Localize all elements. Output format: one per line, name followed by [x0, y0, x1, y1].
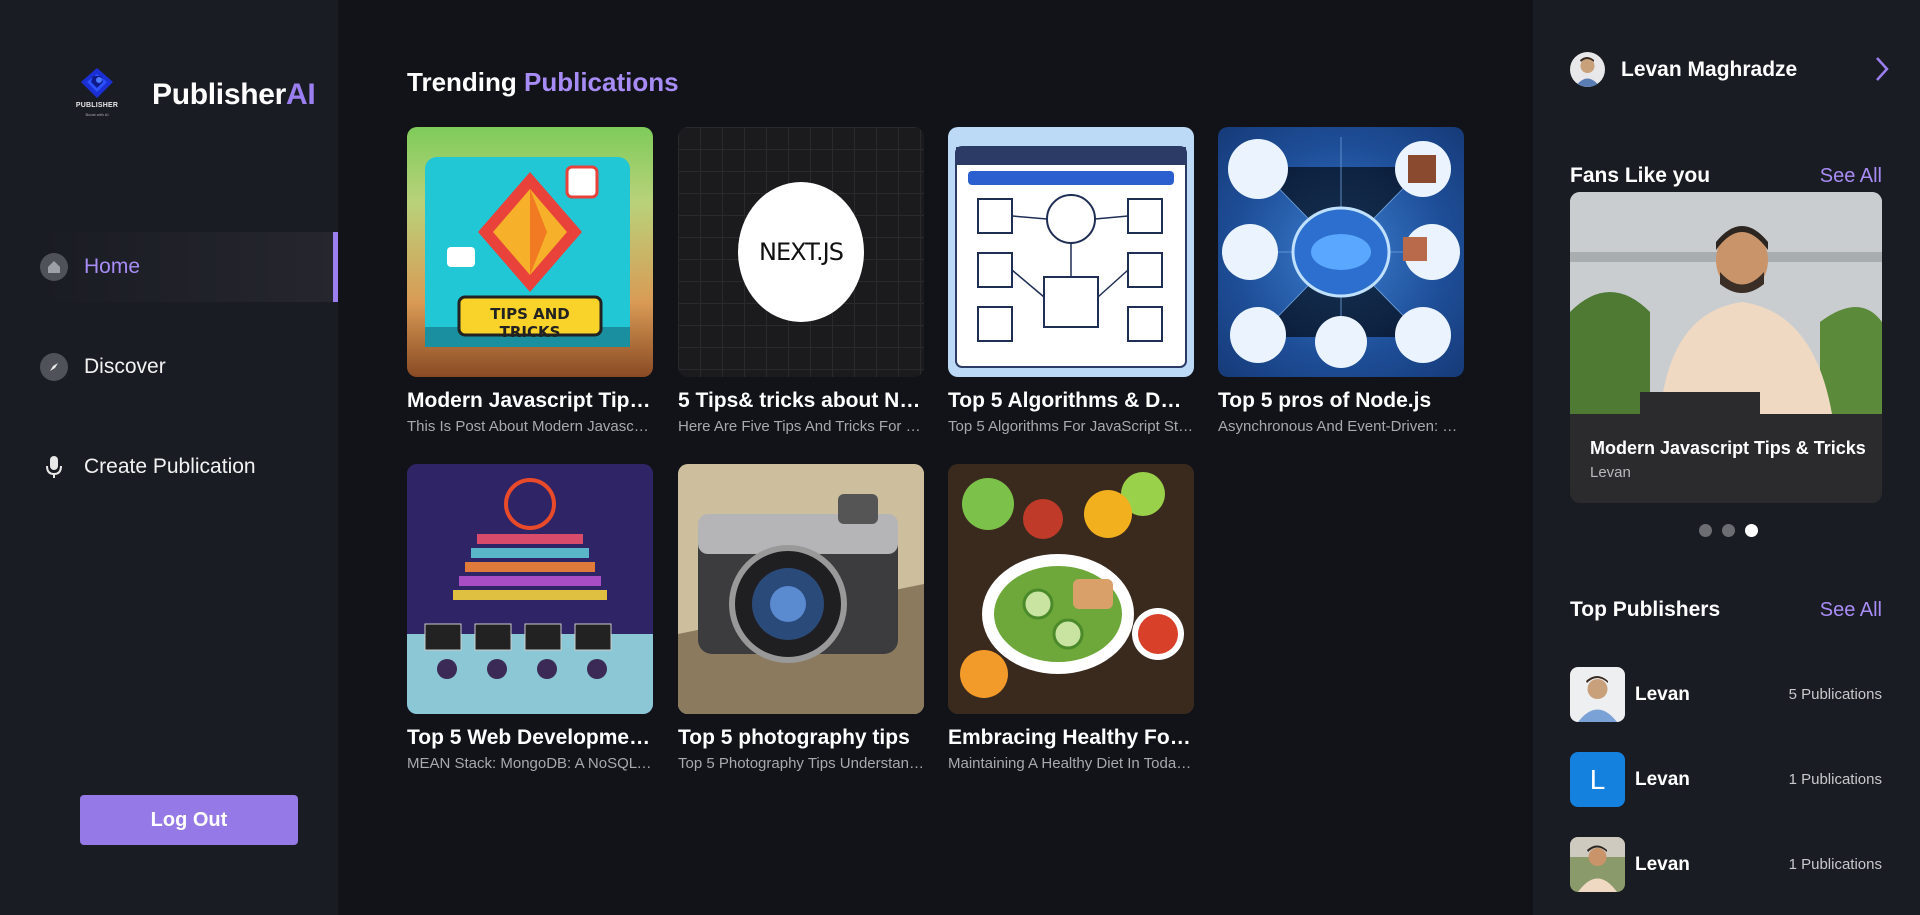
thumbnail-caption: TIPS AND TRICKS: [490, 305, 570, 341]
home-icon: [40, 253, 68, 281]
publication-card[interactable]: Top 5 pros of Node.js Asynchronous And E…: [1218, 127, 1464, 435]
publisher-name: Levan: [1635, 683, 1690, 705]
card-description: Top 5 Algorithms For JavaScript Strings: [948, 418, 1194, 435]
sidebar-item-label: Create Publication: [84, 455, 256, 478]
publishers-section-header: Top Publishers See All: [1570, 598, 1882, 622]
sidebar-item-create-publication[interactable]: Create Publication: [0, 432, 338, 502]
publisher-name: Levan: [1635, 853, 1690, 875]
sidebar-item-label: Discover: [84, 355, 166, 378]
sidebar-item-discover[interactable]: Discover: [0, 332, 338, 402]
chevron-right-icon[interactable]: [1874, 56, 1890, 87]
thumbnail-caption: NEXT.JS: [759, 238, 844, 266]
card-description: Here Are Five Tips And Tricks For Next.j…: [678, 418, 924, 435]
fan-photo: [1570, 192, 1882, 414]
logo-text: PUBLISHER: [75, 102, 119, 109]
card-description: Asynchronous And Event-Driven: Node.js: [1218, 418, 1464, 435]
fans-section-header: Fans Like you See All: [1570, 164, 1882, 188]
publisher-name: Levan: [1635, 768, 1690, 790]
card-title: 5 Tips& tricks about Next.js: [678, 389, 924, 412]
publication-thumbnail: [1218, 127, 1464, 377]
card-title: Embracing Healthy Food Habits: [948, 726, 1194, 749]
card-title: Top 5 Algorithms & DS subjects: [948, 389, 1194, 412]
card-title: Top 5 photography tips: [678, 726, 910, 749]
microphone-icon: [40, 453, 68, 481]
avatar: [1570, 52, 1605, 87]
user-name: Levan Maghradze: [1621, 57, 1798, 81]
publication-card[interactable]: Top 5 Algorithms & DS subjects Top 5 Alg…: [948, 127, 1194, 435]
card-description: Top 5 Photography Tips Understanding Lig…: [678, 755, 924, 772]
avatar: L: [1570, 752, 1625, 807]
publication-card[interactable]: NEXT.JS 5 Tips& tricks about Next.js Her…: [678, 127, 924, 435]
publishers-see-all-link[interactable]: See All: [1820, 599, 1882, 622]
compass-icon: [40, 353, 68, 381]
fan-carousel-card[interactable]: Modern Javascript Tips & Tricks Levan: [1570, 192, 1882, 503]
publishers-title: Top Publishers: [1570, 598, 1721, 621]
publisher-row[interactable]: L Levan 1 Publications: [1570, 752, 1882, 807]
fans-title: Fans Like you: [1570, 164, 1711, 187]
card-description: This Is Post About Modern Javascript Tip…: [407, 418, 653, 435]
sidebar: PUBLISHER Boost with AI PublisherAI Home…: [0, 0, 338, 915]
publication-thumbnail: [948, 127, 1194, 377]
right-panel: Levan Maghradze Fans Like you See All Mo…: [1533, 0, 1920, 915]
sidebar-item-label: Home: [84, 255, 141, 278]
publication-card[interactable]: TIPS AND TRICKS Modern Javascript Tips &…: [407, 127, 653, 435]
publication-thumbnail: [407, 464, 653, 714]
publisher-row[interactable]: Levan 1 Publications: [1570, 837, 1882, 892]
avatar: [1570, 667, 1625, 722]
publication-card[interactable]: Top 5 Web Development Stacks MEAN Stack:…: [407, 464, 653, 772]
publication-count: 1 Publications: [1788, 856, 1882, 873]
page-title-accent: Publications: [524, 67, 679, 97]
card-title: Top 5 Web Development Stacks: [407, 726, 653, 749]
carousel-dot[interactable]: [1722, 524, 1735, 537]
brand-name-main: Publisher: [152, 78, 286, 111]
card-description: MEAN Stack: MongoDB: A NoSQL Database: [407, 755, 653, 772]
publication-thumbnail: [678, 464, 924, 714]
publication-card[interactable]: Embracing Healthy Food Habits Maintainin…: [948, 464, 1194, 772]
publisher-row[interactable]: Levan 5 Publications: [1570, 667, 1882, 722]
fan-card-author: Levan: [1590, 464, 1631, 481]
user-profile[interactable]: Levan Maghradze: [1570, 52, 1890, 87]
diamond-logo-icon: [81, 68, 113, 98]
fan-card-title: Modern Javascript Tips & Tricks: [1590, 438, 1866, 458]
publication-thumbnail: NEXT.JS: [678, 127, 924, 377]
brand-logo: PUBLISHER Boost with AI: [68, 66, 126, 124]
carousel-dot[interactable]: [1699, 524, 1712, 537]
publication-thumbnail: [948, 464, 1194, 714]
page-title-main: Trending: [407, 67, 524, 97]
brand[interactable]: PUBLISHER Boost with AI PublisherAI: [68, 66, 316, 124]
card-title: Modern Javascript Tips & Tricks: [407, 389, 653, 412]
card-title: Top 5 pros of Node.js: [1218, 389, 1432, 412]
logout-button[interactable]: Log Out: [80, 795, 298, 845]
sidebar-item-home[interactable]: Home: [38, 232, 338, 302]
brand-name-accent: AI: [286, 78, 316, 111]
card-description: Maintaining A Healthy Diet In Today's Wo…: [948, 755, 1194, 772]
page-title: Trending Publications: [407, 67, 679, 98]
publication-count: 1 Publications: [1788, 771, 1882, 788]
publication-thumbnail: TIPS AND TRICKS: [407, 127, 653, 377]
logo-subtext: Boost with AI: [85, 112, 109, 117]
avatar: [1570, 837, 1625, 892]
publication-card[interactable]: Top 5 photography tips Top 5 Photography…: [678, 464, 924, 772]
publication-count: 5 Publications: [1788, 686, 1882, 703]
brand-name: PublisherAI: [152, 78, 316, 112]
carousel-dots: [1699, 524, 1758, 537]
carousel-dot-active[interactable]: [1745, 524, 1758, 537]
fans-see-all-link[interactable]: See All: [1820, 165, 1882, 188]
nextjs-logo-icon: NEXT.JS: [738, 182, 864, 322]
